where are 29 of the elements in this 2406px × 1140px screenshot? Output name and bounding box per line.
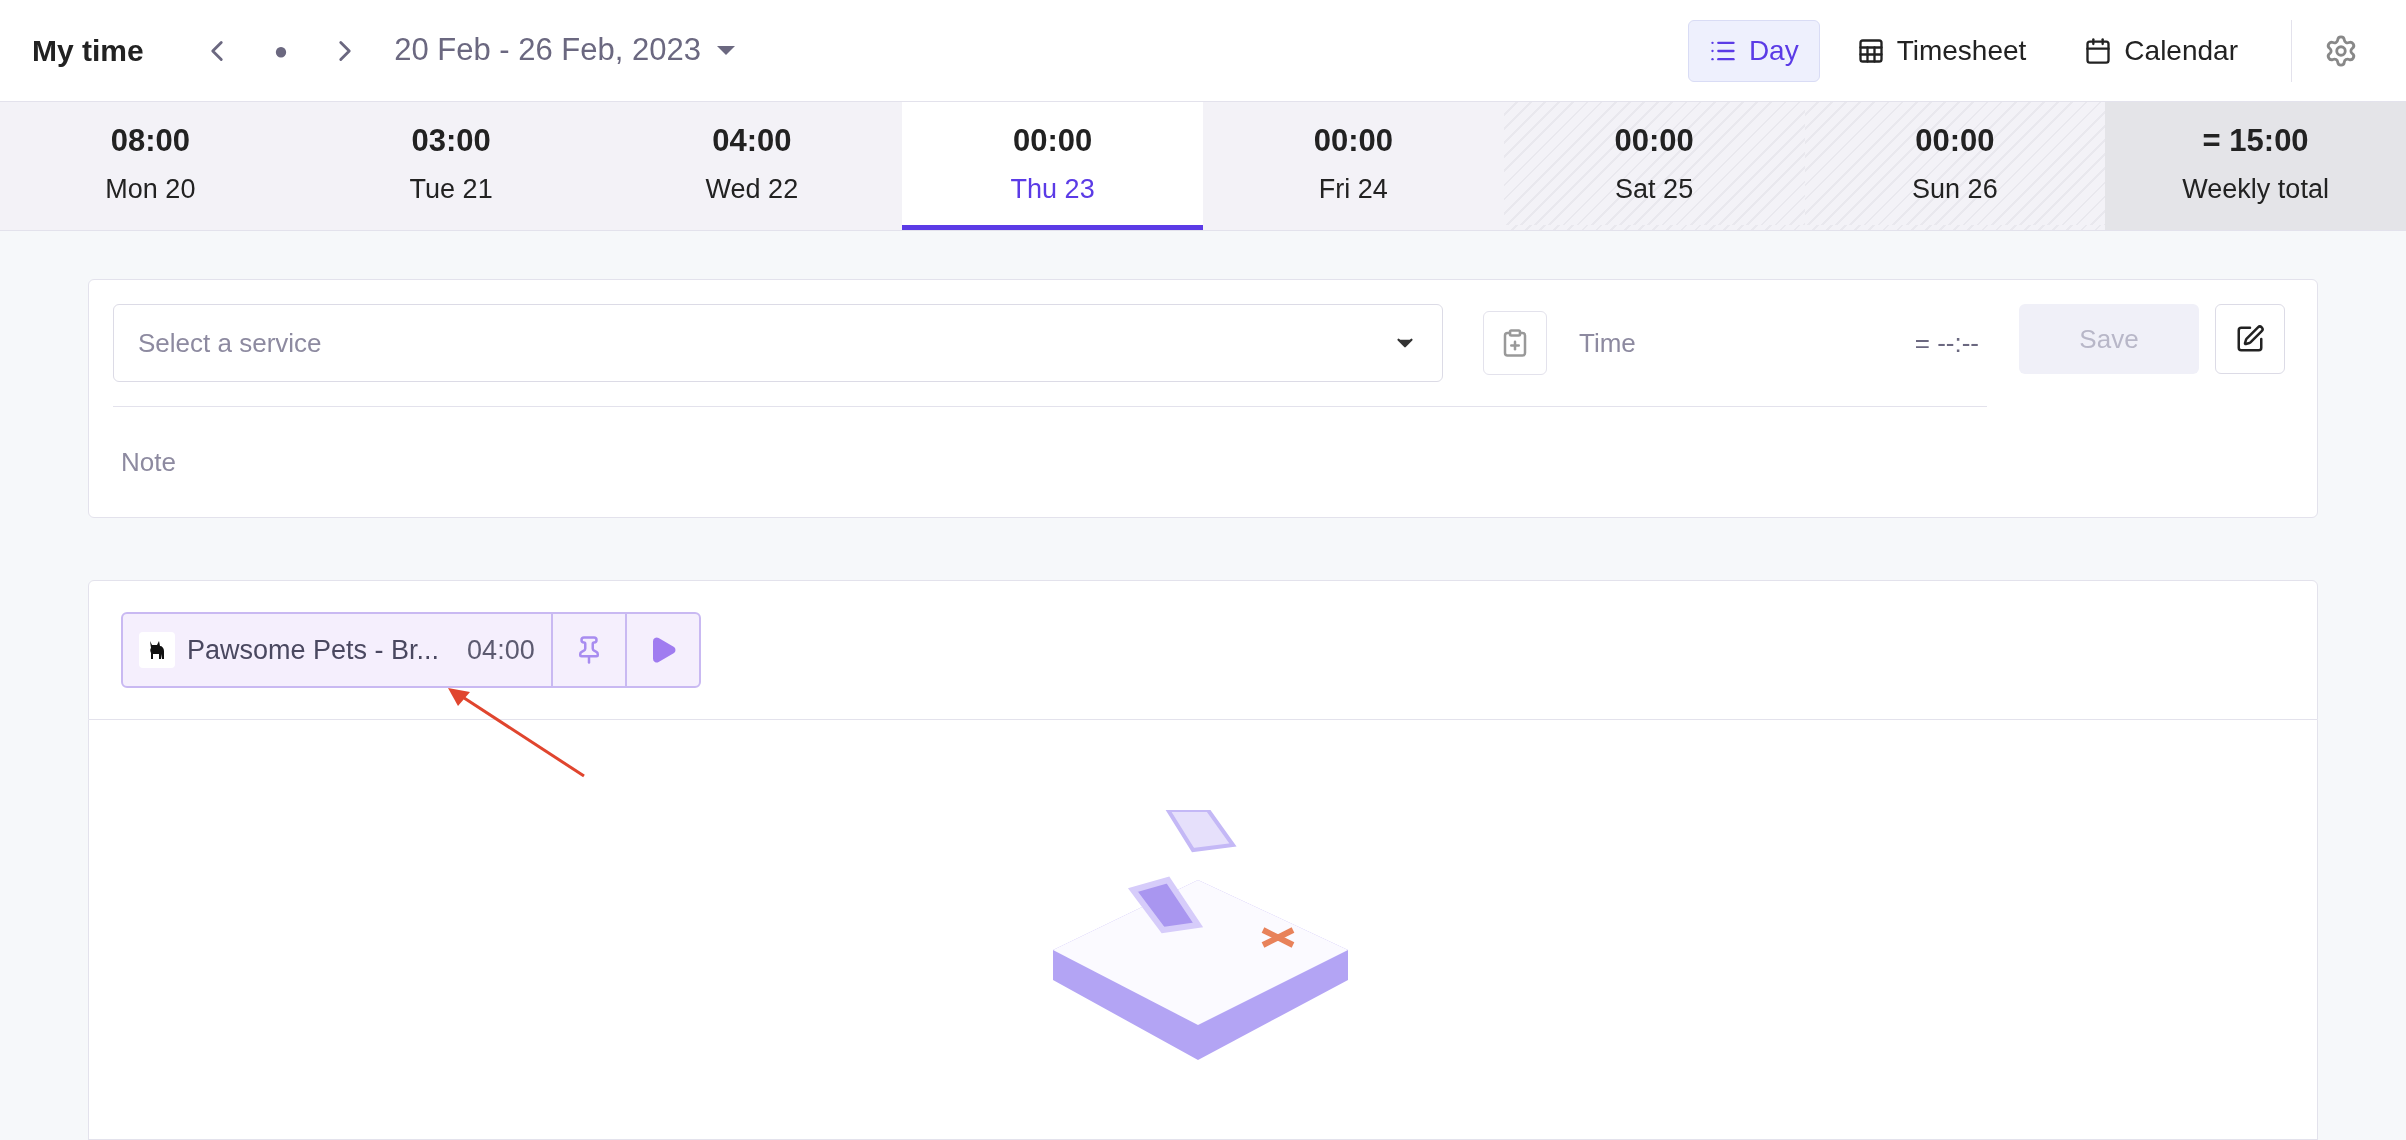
table-icon — [1856, 36, 1885, 65]
date-column-tab[interactable]: = 15:00 Weekly total — [2105, 102, 2406, 230]
duration-text: = --:-- — [1914, 326, 1979, 360]
caret-icon — [716, 46, 735, 56]
view-tab[interactable]: Timesheet — [1835, 19, 2048, 82]
date-column-tab[interactable]: 00:00 Thu 23 — [902, 102, 1203, 230]
entry-title: Pawsome Pets - Br... — [187, 633, 440, 667]
date-column-tab[interactable]: 00:00 Sun 26 — [1804, 102, 2106, 230]
entry-duration: 04:00 — [467, 633, 535, 667]
dog-logo-icon — [139, 632, 175, 668]
note-input[interactable]: Note — [121, 442, 2285, 482]
today-button[interactable]: ● — [273, 32, 289, 69]
settings-button[interactable] — [2324, 33, 2358, 68]
time-input[interactable]: Time — [1579, 323, 1915, 363]
date-column-tab[interactable]: 00:00 Fri 24 — [1203, 102, 1504, 230]
date-column-tab[interactable]: 03:00 Tue 21 — [300, 102, 602, 230]
date-column-tab[interactable]: 08:00 Mon 20 — [0, 102, 301, 230]
view-tab[interactable]: Calendar — [2063, 19, 2259, 82]
recent-entry-chip[interactable]: Pawsome Pets - Br... 04:00 — [121, 612, 701, 688]
view-tab[interactable]: Day — [1687, 19, 1820, 82]
date-range-dropdown[interactable]: 20 Feb - 26 Feb, 2023 — [394, 27, 735, 74]
page-title: My time — [32, 33, 144, 70]
edit-button[interactable] — [2215, 304, 2285, 374]
edit-icon — [2235, 324, 2265, 354]
calendar-icon — [2084, 36, 2113, 65]
date-column-tab[interactable]: 00:00 Sat 25 — [1503, 102, 1805, 230]
date-column-tab[interactable]: 04:00 Wed 22 — [601, 102, 903, 230]
clipboard-add-button[interactable] — [1483, 311, 1547, 375]
settings-icon — [2324, 33, 2358, 68]
